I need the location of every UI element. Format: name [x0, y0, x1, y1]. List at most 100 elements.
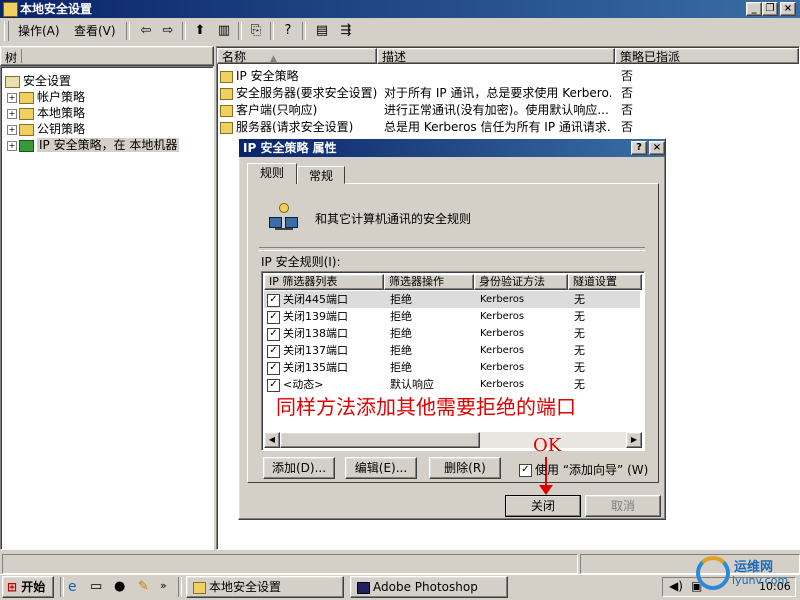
tab-rules[interactable]: 规则	[247, 163, 297, 184]
close-button[interactable]: ×	[780, 2, 796, 16]
rules-column-tunnel[interactable]: 隧道设置	[568, 274, 642, 290]
scroll-right-icon[interactable]: ▶	[626, 432, 642, 448]
task-local-security[interactable]: 本地安全设置	[186, 576, 344, 598]
rule-checkbox[interactable]: ✓	[267, 310, 280, 324]
properties-dialog: IP 安全策略 属性 ? × 规则 常规 和其它计算机通讯的安全规则 IP 安全…	[238, 138, 666, 520]
list-item[interactable]: IP 安全策略	[220, 68, 299, 84]
rule-row[interactable]: ✓ 关闭137端口 拒绝 Kerberos 无	[264, 342, 640, 359]
dialog-close-button[interactable]: ×	[649, 141, 665, 155]
tree-item-ip-security[interactable]: + IP 安全策略，在 本地机器	[7, 137, 180, 153]
security-settings-icon	[5, 75, 20, 88]
task-photoshop[interactable]: Adobe Photoshop	[350, 576, 508, 598]
ok-annotation: OK	[533, 435, 562, 456]
help-icon[interactable]: ?	[278, 22, 298, 40]
list-item-description: 对于所有 IP 通讯，总是要求使用 Kerbero...	[384, 86, 612, 100]
rules-label: IP 安全规则(I):	[261, 255, 341, 269]
qq-icon[interactable]: ●	[114, 579, 125, 594]
rule-checkbox[interactable]: ✓	[267, 361, 280, 375]
rules-listview[interactable]: IP 筛选器列表 筛选器操作 身份验证方法 隧道设置 ✓ 关闭445端口 拒绝 K…	[261, 271, 645, 451]
export-list-icon[interactable]: ⎘	[246, 22, 266, 40]
forward-icon[interactable]: ⇨	[158, 22, 178, 40]
tree-item-security-settings[interactable]: 安全设置	[5, 73, 71, 89]
list-item-assigned: 否	[621, 69, 634, 83]
toolbar-separator	[238, 22, 242, 40]
column-header-description[interactable]: 描述	[377, 48, 615, 64]
up-folder-icon[interactable]: ⬆	[190, 22, 210, 40]
rules-column-action[interactable]: 筛选器操作	[384, 274, 474, 290]
list-item-assigned: 否	[621, 86, 634, 100]
expand-icon[interactable]: +	[7, 92, 17, 103]
horizontal-scrollbar[interactable]: ◀ ▶	[264, 432, 642, 448]
rule-row[interactable]: ✓ 关闭135端口 拒绝 Kerberos 无	[264, 359, 640, 376]
folder-icon	[19, 123, 34, 136]
scroll-left-icon[interactable]: ◀	[264, 432, 280, 448]
list-item[interactable]: 安全服务器(要求安全设置)	[220, 85, 377, 101]
network-icon	[269, 203, 298, 231]
annotation-text: 同样方法添加其他需要拒绝的端口	[276, 395, 576, 419]
list-item-assigned: 否	[621, 103, 634, 117]
dialog-help-button[interactable]: ?	[631, 141, 647, 155]
rule-row[interactable]: ✓ 关闭139端口 拒绝 Kerberos 无	[264, 308, 640, 325]
tree-item-account-policy[interactable]: + 帐户策略	[7, 89, 85, 105]
tree-item-public-key-policy[interactable]: + 公钥策略	[7, 121, 85, 137]
minimize-button[interactable]: _	[746, 2, 762, 16]
toolbar-grip	[4, 21, 9, 41]
cancel-dialog-button[interactable]: 取消	[585, 495, 661, 517]
tree-item-local-policy[interactable]: + 本地策略	[7, 105, 85, 121]
column-header-assigned[interactable]: 策略已指派	[615, 48, 799, 64]
start-button[interactable]: ⊞ 开始	[2, 576, 54, 598]
rule-checkbox[interactable]: ✓	[267, 344, 280, 358]
status-bar	[0, 552, 800, 574]
more-icon[interactable]: »	[160, 579, 167, 592]
rules-column-filter[interactable]: IP 筛选器列表	[264, 274, 384, 290]
list-item-description: 进行正常通讯(没有加密)。使用默认响应...	[384, 103, 609, 117]
list-item[interactable]: 客户端(只响应)	[220, 102, 317, 118]
wizard-checkbox-icon[interactable]: ✓	[519, 464, 532, 477]
watermark-logo-icon	[696, 556, 730, 590]
tab-general[interactable]: 常规	[297, 166, 345, 184]
volume-icon[interactable]: ◀)	[669, 579, 683, 593]
expand-icon[interactable]: +	[7, 140, 17, 151]
photoshop-icon	[357, 581, 370, 594]
new-policy-icon[interactable]: ▤	[312, 22, 332, 40]
scroll-thumb[interactable]	[280, 432, 480, 448]
tool-icon[interactable]: ✎	[138, 579, 149, 594]
edit-rule-button[interactable]: 编辑(E)...	[345, 457, 417, 479]
tree-pane[interactable]: 安全设置 + 帐户策略 + 本地策略 + 公钥策略 + IP 安全策略，在 本地机器	[0, 66, 214, 550]
close-dialog-button[interactable]: 关闭	[505, 495, 581, 517]
windows-logo-icon: ⊞	[7, 580, 18, 594]
list-item[interactable]: 服务器(请求安全设置)	[220, 119, 353, 135]
toolbar-separator	[182, 22, 186, 40]
list-item-description: 总是用 Kerberos 信任为所有 IP 通讯请求...	[384, 120, 612, 134]
rules-column-auth[interactable]: 身份验证方法	[474, 274, 568, 290]
list-item-assigned: 否	[621, 120, 634, 134]
policy-icon	[220, 70, 233, 83]
column-header-name[interactable]: 名称 ▲	[217, 48, 377, 64]
menu-view[interactable]: 查看(V)	[74, 22, 116, 40]
remove-rule-button[interactable]: 删除(R)	[429, 457, 501, 479]
app-icon	[3, 2, 18, 17]
menu-action[interactable]: 操作(A)	[18, 22, 60, 40]
add-rule-button[interactable]: 添加(D)...	[263, 457, 335, 479]
show-tree-icon[interactable]: ▥	[214, 22, 234, 40]
toolbar-separator	[126, 22, 130, 40]
expand-icon[interactable]: +	[7, 108, 17, 119]
manage-filters-icon[interactable]: ⇶	[336, 22, 356, 40]
back-icon[interactable]: ⇦	[136, 22, 156, 40]
expand-icon[interactable]: +	[7, 124, 17, 135]
rule-row[interactable]: ✓ 关闭138端口 拒绝 Kerberos 无	[264, 325, 640, 342]
ie-icon[interactable]: e	[68, 579, 77, 595]
folder-icon	[19, 91, 34, 104]
divider	[259, 247, 645, 251]
rule-checkbox[interactable]: ✓	[267, 293, 280, 307]
folder-icon	[19, 107, 34, 120]
maximize-button[interactable]: ❐	[762, 2, 778, 16]
desktop-icon[interactable]: ▭	[90, 579, 102, 594]
use-wizard-checkbox[interactable]: ✓ 使用 “添加向导” (W)	[519, 461, 648, 478]
rule-row[interactable]: ✓ 关闭445端口 拒绝 Kerberos 无	[264, 291, 640, 308]
tree-header-bar: 树	[0, 46, 214, 66]
rule-row[interactable]: ✓ <动态> 默认响应 Kerberos 无	[264, 376, 640, 393]
rule-checkbox[interactable]: ✓	[267, 327, 280, 341]
toolbar-separator	[302, 22, 306, 40]
rule-checkbox[interactable]: ✓	[267, 378, 280, 392]
